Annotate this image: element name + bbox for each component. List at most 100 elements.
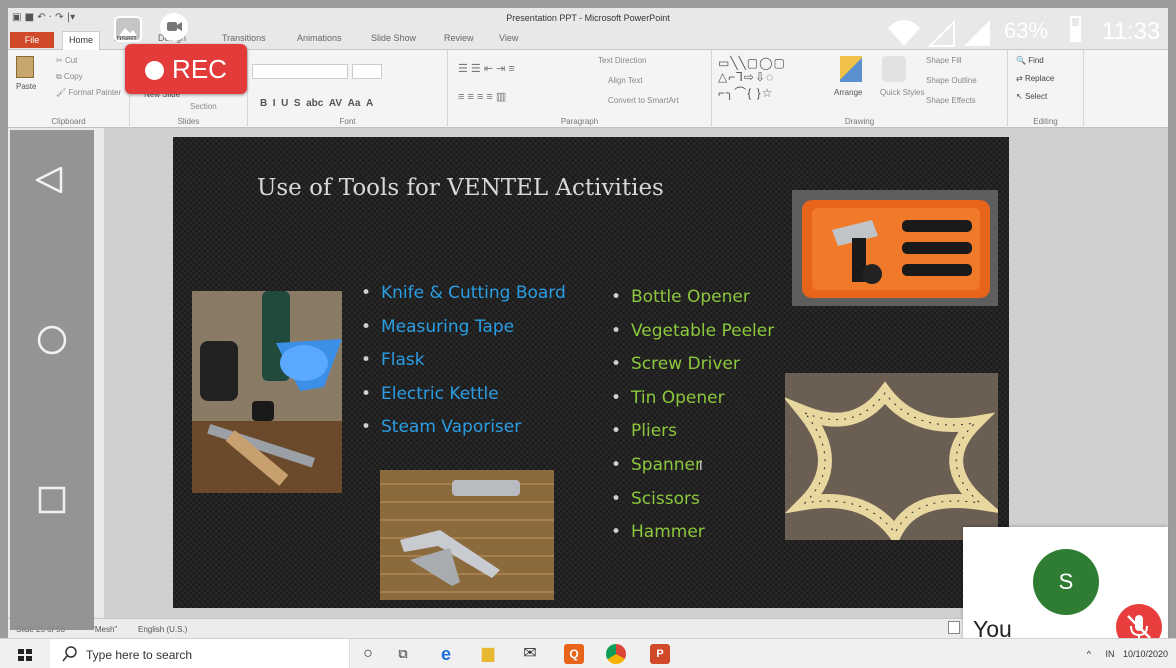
arrange-button[interactable]: Arrange [834,88,862,97]
font-name-box[interactable] [252,64,348,79]
signal-icon [964,20,990,46]
text-cursor-icon: I [699,458,703,473]
format-painter-label: Format Painter [68,88,122,97]
home-button[interactable] [10,322,94,363]
list-item: Electric Kettle [359,384,566,418]
font-format-buttons[interactable]: B I U S abc AV Aa A [260,98,373,109]
paste-icon[interactable] [16,56,34,78]
text-direction-button[interactable]: Text Direction [598,56,646,65]
list-item: Knife & Cutting Board [359,283,566,317]
quick-styles-icon[interactable] [882,56,906,82]
system-tray[interactable]: ^ IN 10/10/2020 [1087,649,1168,659]
toolkit-photo [792,190,998,306]
find-button[interactable]: 🔍 Find [1016,56,1044,65]
screenshot-icon[interactable] [114,16,142,42]
tab-home[interactable]: Home [62,31,101,50]
list-item: Steam Vaporiser [359,417,566,451]
list-buttons[interactable]: ☰ ☰ ⇤ ⇥ ≡ [458,62,515,75]
avatar: S [1033,549,1099,615]
select-button[interactable]: ↖ Select [1016,92,1047,101]
quick-styles-button[interactable]: Quick Styles [880,88,924,97]
cortana-icon[interactable]: ○ [358,644,378,664]
tab-review[interactable]: Review [444,33,474,43]
windows-logo-icon [18,649,32,661]
slide-title: Use of Tools for VENTEL Activities [257,175,664,201]
list-item: Screw Driver [609,354,774,388]
tab-transitions[interactable]: Transitions [222,33,266,43]
video-icon[interactable] [160,13,188,41]
chrome-icon[interactable] [606,644,626,664]
cut-label: Cut [64,56,78,65]
tray-language[interactable]: IN [1105,649,1114,659]
shape-fill-button[interactable]: Shape Fill [926,56,962,65]
convert-smartart-button[interactable]: Convert to SmartArt [608,96,679,105]
font-group: B I U S abc AV Aa A Font [248,50,448,128]
tab-view[interactable]: View [499,33,518,43]
paste-button[interactable]: Paste [16,82,36,91]
shape-outline-button[interactable]: Shape Outline [926,76,977,85]
recents-icon [38,486,66,514]
screen: ▣ ■ ↶ · ↷ |▾ Presentation PPT - Microsof… [0,0,1176,668]
copy-button[interactable]: ⧉ Copy [56,72,83,82]
select-label: Select [1024,92,1048,101]
drawing-group: ▭╲╲▢◯▢ △⌐⅂⇨⇩◌ ⌐╮⌒{ }☆ Arrange Quick Styles… [712,50,1008,128]
clipboard-label: Clipboard [51,117,86,126]
list-item: Scissors [609,489,774,523]
list-item: Flask [359,350,566,384]
list-item: Bottle Opener [609,287,774,321]
align-buttons[interactable]: ≡ ≡ ≡ ≡ ▥ [458,90,506,103]
format-painter-button[interactable]: 🖌 Format Painter [56,88,121,97]
editing-group: 🔍 Find ⇄ Replace ↖ Select Editing [1008,50,1084,128]
list-item: Measuring Tape [359,317,566,351]
search-box[interactable]: Type here to search [50,639,350,668]
back-icon [35,166,63,194]
shapes-gallery[interactable]: ▭╲╲▢◯▢ △⌐⅂⇨⇩◌ ⌐╮⌒{ }☆ [718,56,786,101]
replace-label: Replace [1024,74,1055,83]
tab-file[interactable]: File [10,32,54,48]
powerpoint-icon[interactable]: P [650,644,670,664]
normal-view-icon[interactable] [948,621,960,634]
cut-button[interactable]: ✂ Cut [56,56,77,65]
back-button[interactable] [10,162,94,203]
rec-button[interactable]: REC [125,44,247,94]
search-placeholder: Type here to search [86,648,193,662]
replace-button[interactable]: ⇄ Replace [1016,74,1054,83]
file-explorer-icon[interactable]: ▆ [478,644,498,664]
list-item: Tin Opener [609,388,774,422]
tab-animations[interactable]: Animations [297,33,342,43]
arrange-icon[interactable] [840,56,862,82]
windows-start-button[interactable] [18,648,32,661]
tray-date[interactable]: 10/10/2020 [1123,649,1168,659]
quick-access-toolbar[interactable]: ▣ ■ ↶ · ↷ |▾ [12,12,75,23]
section-button[interactable]: Section [190,102,217,111]
list-item: Spanner [609,455,774,489]
tray-chevron-icon[interactable]: ^ [1087,649,1091,659]
measuring-tape-photo [785,373,998,540]
slides-label: Slides [177,117,200,126]
paragraph-label: Paragraph [560,117,599,126]
battery-percent: 63% [1004,18,1049,43]
clipboard-group: Paste ✂ Cut ⧉ Copy 🖌 Format Painter Clip… [8,50,130,128]
shape-effects-button[interactable]: Shape Effects [926,96,976,105]
recents-button[interactable] [10,482,94,523]
list-item: Vegetable Peeler [609,321,774,355]
rec-label: REC [172,54,227,84]
signal-empty-icon [927,19,955,47]
slide[interactable]: Use of Tools for VENTEL Activities Knife… [173,137,1009,608]
language-indicator[interactable]: English (U.S.) [138,625,187,634]
copy-label: Copy [63,72,83,81]
font-label: Font [339,117,356,126]
font-size-box[interactable] [352,64,382,79]
app-q-icon[interactable]: Q [564,644,584,664]
window-title: Presentation PPT - Microsoft PowerPoint [506,13,670,23]
mail-icon[interactable]: ✉ [520,644,540,664]
android-nav-bar [10,130,94,630]
theme-name: "Mesh" [92,625,118,634]
tab-slide-show[interactable]: Slide Show [371,33,416,43]
task-view-icon[interactable]: ⧉ [393,644,413,664]
edge-icon[interactable]: e [436,644,456,664]
record-dot-icon [145,61,165,80]
battery-icon [1070,16,1081,42]
align-text-button[interactable]: Align Text [608,76,643,85]
right-tool-list: Bottle Opener Vegetable Peeler Screw Dri… [609,287,774,556]
